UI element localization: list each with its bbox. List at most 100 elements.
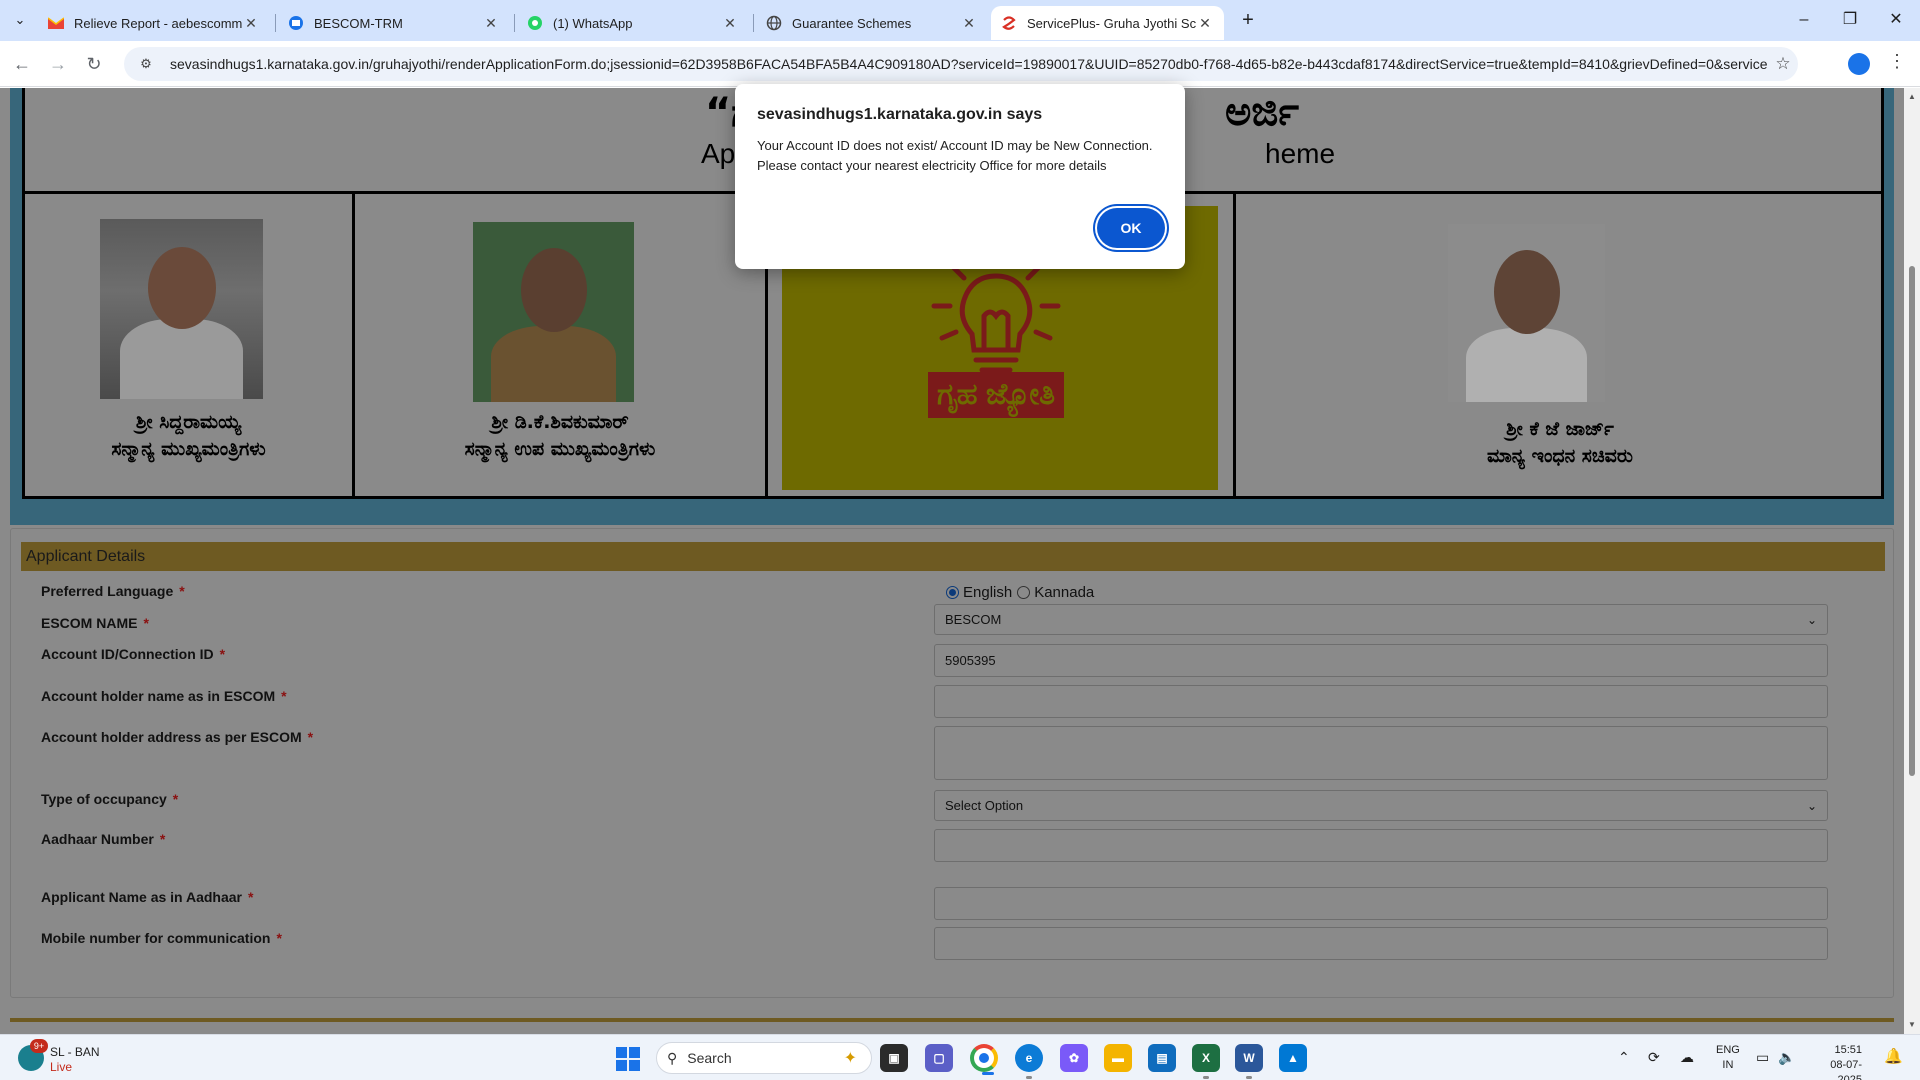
scroll-up-icon[interactable]: ▲ xyxy=(1908,92,1916,101)
close-icon[interactable]: ✕ xyxy=(721,15,739,32)
forward-button[interactable]: → xyxy=(46,52,70,76)
plus-icon: + xyxy=(1242,9,1254,31)
new-tab-button[interactable]: + xyxy=(1234,8,1262,32)
store-icon[interactable]: ▤ xyxy=(1148,1044,1176,1072)
label-applicant-name: Applicant Name as in Aadhaar * xyxy=(41,889,254,905)
onedrive-icon[interactable]: ☁ xyxy=(1680,1049,1694,1066)
radio-kannada-label[interactable]: Kannada xyxy=(1034,584,1094,601)
excel-icon[interactable]: X xyxy=(1192,1044,1220,1079)
radio-kannada[interactable] xyxy=(1017,586,1031,599)
close-icon[interactable]: ✕ xyxy=(482,15,500,32)
tab-separator xyxy=(275,14,276,32)
banner-cell-dcm: ಶ್ರೀ ಡಿ.ಕೆ.ಶಿವಕುಮಾರ್ ಸನ್ಮಾನ್ಯ ಉಪ ಮುಖ್ಯಮಂ… xyxy=(355,194,768,499)
dialog-message: Your Account ID does not exist/ Account … xyxy=(757,138,1153,173)
teams-icon[interactable]: ▢ xyxy=(925,1044,953,1072)
input-language-indicator[interactable]: ENG IN xyxy=(1716,1043,1740,1073)
copilot-icon[interactable]: ✿ xyxy=(1060,1044,1088,1072)
label-account-holder-name: Account holder name as in ESCOM * xyxy=(41,688,287,704)
site-settings-icon[interactable]: ⚙ xyxy=(136,54,156,74)
escom-name-select[interactable]: BESCOM ⌄ xyxy=(934,604,1828,635)
tab-serviceplus-gruha-jyothi[interactable]: ServicePlus- Gruha Jyothi Schem ✕ xyxy=(991,6,1224,40)
caption-cm: ಶ್ರೀ ಸಿದ್ದರಾಮಯ್ಯ ಸನ್ಮಾನ್ಯ ಮುಖ್ಯಮಂತ್ರಿಗಳು xyxy=(111,411,266,460)
reload-icon: ↻ xyxy=(86,54,102,74)
search-icon: ⚲ xyxy=(667,1049,678,1066)
banner-title-english-end: heme xyxy=(1265,138,1336,169)
url-text[interactable]: sevasindhugs1.karnataka.gov.in/gruhajyot… xyxy=(170,56,1768,72)
account-id-input[interactable]: 5905395 xyxy=(934,644,1828,677)
file-explorer-icon[interactable]: ▬ xyxy=(1104,1044,1132,1072)
chevron-down-icon: ⌄ xyxy=(1806,612,1817,627)
serviceplus-icon xyxy=(1001,15,1017,31)
radio-english[interactable] xyxy=(946,586,959,599)
network-icon[interactable]: ▭ xyxy=(1756,1049,1769,1066)
page-scrollbar[interactable]: ▲ ▼ xyxy=(1904,88,1920,1034)
section-header-applicant-details: Applicant Details xyxy=(21,542,1885,571)
label-account-id: Account ID/Connection ID * xyxy=(41,646,226,662)
chrome-icon[interactable] xyxy=(970,1044,998,1075)
tab-bescom-trm[interactable]: BESCOM-TRM ✕ xyxy=(278,6,510,40)
chevron-down-icon: ⌄ xyxy=(1806,798,1817,813)
tab-separator xyxy=(514,14,515,32)
close-icon[interactable]: ✕ xyxy=(242,15,260,32)
arrow-left-icon: ← xyxy=(13,54,31,74)
label-type-of-occupancy: Type of occupancy * xyxy=(41,791,179,807)
windows-logo-icon xyxy=(616,1047,627,1058)
tab-strip: ⌄ Relieve Report - aebescomman ✕ BESCOM-… xyxy=(0,0,1920,41)
start-button[interactable] xyxy=(616,1047,640,1071)
label-mobile-number: Mobile number for communication * xyxy=(41,930,282,946)
windows-taskbar: 9+ SL - BAN Live ⚲ Search ✦ ▣ ▢ e ✿ ▬ ▤ … xyxy=(0,1034,1920,1080)
next-section-strip xyxy=(10,1018,1894,1034)
tray-chevron-up-icon[interactable]: ⌃ xyxy=(1618,1049,1630,1066)
tab-relieve-report[interactable]: Relieve Report - aebescomman ✕ xyxy=(38,6,270,40)
photo-chief-minister xyxy=(100,219,263,399)
word-icon[interactable]: W xyxy=(1235,1044,1263,1079)
sync-icon[interactable]: ⟳ xyxy=(1648,1049,1660,1066)
mobile-number-input[interactable] xyxy=(934,927,1828,960)
close-icon[interactable]: ✕ xyxy=(1196,15,1214,32)
label-account-holder-address: Account holder address as per ESCOM * xyxy=(41,729,314,745)
bescom-icon xyxy=(288,15,304,31)
photos-icon[interactable]: ▲ xyxy=(1279,1044,1307,1072)
whatsapp-icon xyxy=(527,15,543,31)
scroll-down-icon[interactable]: ▼ xyxy=(1908,1020,1916,1029)
system-clock[interactable]: 15:51 08-07-2025 xyxy=(1812,1043,1862,1080)
account-holder-address-textarea[interactable] xyxy=(934,726,1828,780)
close-icon: ✕ xyxy=(1889,11,1903,28)
dialog-title: sevasindhugs1.karnataka.gov.in says xyxy=(757,106,1043,123)
volume-icon[interactable]: 🔈 xyxy=(1778,1049,1795,1066)
ok-button[interactable]: OK xyxy=(1097,208,1165,248)
caption-energy-minister: ಶ್ರೀ ಕೆ ಜೆ ಜಾರ್ಜ್ ಮಾನ್ಯ ಇಂಧನ ಸಚಿವರು xyxy=(1487,418,1633,467)
taskbar-search[interactable]: ⚲ Search ✦ xyxy=(656,1042,872,1074)
close-window-button[interactable]: ✕ xyxy=(1873,8,1919,32)
restore-button[interactable]: ❐ xyxy=(1827,8,1873,32)
scroll-thumb[interactable] xyxy=(1909,266,1915,776)
caption-dcm: ಶ್ರೀ ಡಿ.ಕೆ.ಶಿವಕುಮಾರ್ ಸನ್ಮಾನ್ಯ ಉಪ ಮುಖ್ಯಮಂ… xyxy=(464,411,656,460)
notification-bell-icon[interactable]: 🔔 xyxy=(1884,1047,1903,1065)
globe-icon xyxy=(766,15,782,31)
applicant-name-input[interactable] xyxy=(934,887,1828,920)
tab-whatsapp[interactable]: (1) WhatsApp ✕ xyxy=(517,6,749,40)
task-view-icon[interactable]: ▣ xyxy=(880,1044,908,1072)
tab-search-button[interactable]: ⌄ xyxy=(8,8,32,32)
address-bar[interactable]: ⚙ sevasindhugs1.karnataka.gov.in/gruhajy… xyxy=(124,47,1798,81)
radio-english-label[interactable]: English xyxy=(963,584,1012,601)
reload-button[interactable]: ↻ xyxy=(82,52,106,76)
aadhaar-number-input[interactable] xyxy=(934,829,1828,862)
photo-deputy-chief-minister xyxy=(473,222,634,402)
browser-toolbar: ← → ↻ ⚙ sevasindhugs1.karnataka.gov.in/g… xyxy=(0,41,1920,87)
tab-guarantee-schemes[interactable]: Guarantee Schemes ✕ xyxy=(756,6,988,40)
edge-icon[interactable]: e xyxy=(1015,1044,1043,1079)
back-button[interactable]: ← xyxy=(10,52,34,76)
type-of-occupancy-select[interactable]: Select Option ⌄ xyxy=(934,790,1828,821)
minimize-button[interactable]: – xyxy=(1781,8,1827,32)
applicant-details-panel: Applicant Details Preferred Language * En… xyxy=(10,528,1894,998)
gmail-icon xyxy=(48,15,64,31)
bookmark-star-icon[interactable]: ☆ xyxy=(1768,54,1798,74)
weather-widget[interactable]: 9+ SL - BAN Live xyxy=(18,1039,128,1075)
account-holder-name-input[interactable] xyxy=(934,685,1828,718)
preferred-language-radios: English Kannada xyxy=(946,584,1094,601)
profile-extension-icon[interactable] xyxy=(1848,53,1870,75)
close-icon[interactable]: ✕ xyxy=(960,15,978,32)
menu-kebab-icon[interactable]: ⋮ xyxy=(1888,51,1906,72)
notification-badge: 9+ xyxy=(30,1039,48,1053)
